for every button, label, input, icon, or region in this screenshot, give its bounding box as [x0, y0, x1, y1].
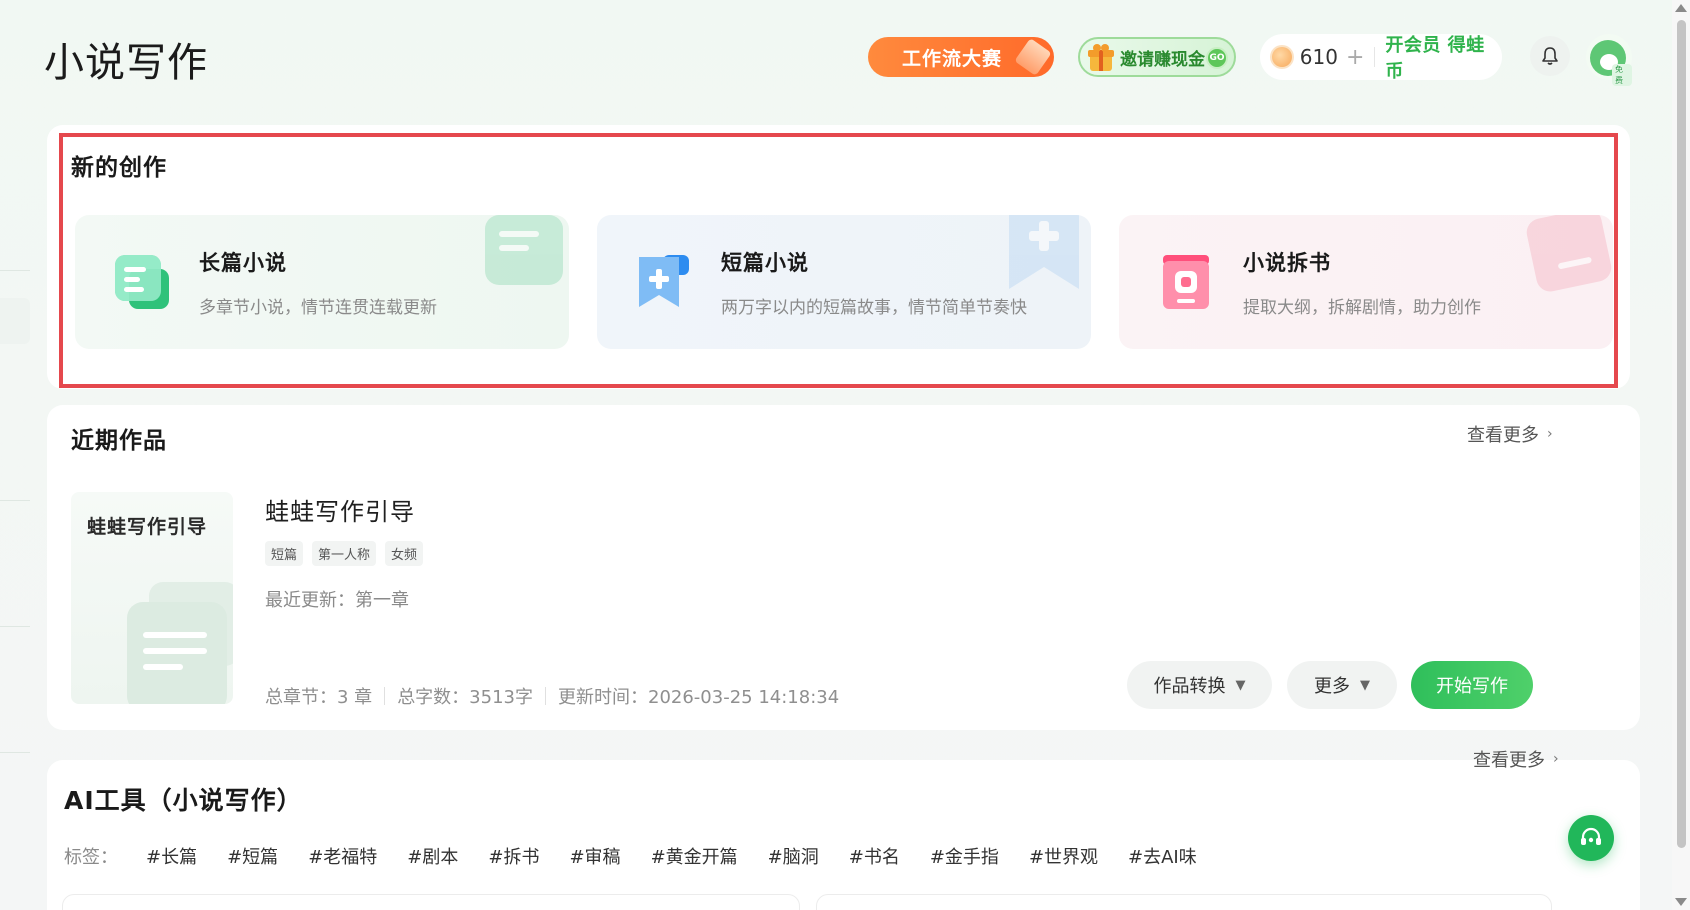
- chevron-right-icon: ›: [1547, 426, 1553, 442]
- bell-icon: [1542, 47, 1558, 65]
- updated-time: 更新时间：2026-03-25 14:18:34: [558, 687, 840, 708]
- coin-icon: [1270, 45, 1294, 69]
- vip-membership-link[interactable]: 开会员 得蛙币: [1385, 31, 1502, 83]
- chevron-down-icon: ▼: [1360, 677, 1370, 693]
- work-stats: 总章节：3 章 总字数：3513字 更新时间：2026-03-25 14:18:…: [265, 683, 839, 709]
- workflow-contest-button[interactable]: 工作流大赛: [868, 37, 1054, 77]
- divider: [1374, 47, 1376, 67]
- divider: [0, 626, 30, 627]
- filter-tag[interactable]: #世界观: [1029, 843, 1098, 869]
- coin-count: 610: [1299, 45, 1338, 69]
- decor-line: [143, 664, 183, 670]
- ticket-icon: [1014, 38, 1052, 76]
- tags-label: 标签：: [64, 847, 118, 868]
- filter-tag[interactable]: #审稿: [569, 843, 620, 869]
- filter-tag[interactable]: #剧本: [407, 843, 458, 869]
- page-title: 小说写作: [44, 40, 208, 86]
- start-writing-button[interactable]: 开始写作: [1411, 661, 1533, 709]
- customer-support-button[interactable]: [1568, 815, 1614, 861]
- selection-highlight: [59, 133, 1618, 388]
- divider: [0, 752, 30, 753]
- cover-title: 蛙蛙写作引导: [87, 516, 208, 538]
- headset-icon: [1581, 827, 1601, 845]
- gift-icon: [1088, 44, 1114, 71]
- recent-see-more-link[interactable]: 查看更多 ›: [1467, 421, 1553, 447]
- convert-label: 作品转换: [1153, 676, 1226, 697]
- chapter-count: 总章节：3 章: [265, 687, 373, 708]
- filter-tag[interactable]: #拆书: [488, 843, 539, 869]
- ai-tool-card[interactable]: [816, 894, 1552, 910]
- recent-works-card: [47, 405, 1640, 730]
- sidebar-active-item[interactable]: [0, 298, 30, 344]
- ai-see-more-link[interactable]: 查看更多 ›: [1473, 746, 1559, 772]
- tag-chip: 第一人称: [312, 541, 377, 566]
- add-coins-button[interactable]: +: [1346, 45, 1364, 70]
- work-cover[interactable]: 蛙蛙写作引导: [71, 492, 233, 704]
- notification-button[interactable]: [1530, 36, 1570, 76]
- scrollbar-thumb[interactable]: [1677, 20, 1686, 848]
- decor-line: [143, 648, 207, 654]
- work-title[interactable]: 蛙蛙写作引导: [265, 492, 415, 527]
- recent-works-title: 近期作品: [71, 428, 167, 454]
- filter-tag[interactable]: #脑洞: [768, 843, 819, 869]
- decor-line: [143, 632, 207, 638]
- convert-work-dropdown[interactable]: 作品转换 ▼: [1127, 661, 1272, 709]
- more-label: 更多: [1314, 676, 1350, 697]
- chevron-right-icon: ›: [1553, 751, 1559, 767]
- work-tags: 短篇 第一人称 女频: [265, 541, 424, 566]
- contest-label: 工作流大赛: [902, 47, 1003, 70]
- ai-tool-card[interactable]: [62, 894, 800, 910]
- tag-chip: 短篇: [265, 541, 304, 566]
- coin-balance: 610 + 开会员 得蛙币: [1260, 31, 1502, 83]
- divider: [384, 687, 386, 705]
- filter-tag[interactable]: #去AI味: [1128, 843, 1197, 869]
- word-count: 总字数：3513字: [397, 687, 533, 708]
- filter-tag[interactable]: #书名: [849, 843, 900, 869]
- scroll-up-arrow-icon[interactable]: [1675, 4, 1687, 12]
- page-scrollbar[interactable]: [1672, 0, 1690, 910]
- filter-tag[interactable]: #黄金开篇: [651, 843, 738, 869]
- filter-tag[interactable]: #老福特: [308, 843, 377, 869]
- filter-tag[interactable]: #短篇: [227, 843, 278, 869]
- see-more-label: 查看更多: [1473, 750, 1545, 771]
- divider: [545, 687, 546, 705]
- divider: [0, 270, 30, 271]
- avatar[interactable]: 免费: [1586, 34, 1632, 86]
- filter-tag[interactable]: #金手指: [930, 843, 999, 869]
- sidebar-edge: [0, 0, 30, 910]
- last-update: 最近更新：第一章: [265, 590, 409, 611]
- ai-tools-title: AI工具（小说写作）: [64, 786, 303, 815]
- divider: [0, 500, 30, 501]
- go-badge: GO: [1206, 47, 1228, 69]
- see-more-label: 查看更多: [1467, 425, 1539, 446]
- free-badge: 免费: [1612, 64, 1632, 86]
- chevron-down-icon: ▼: [1235, 677, 1246, 693]
- filter-tag[interactable]: #长篇: [146, 843, 197, 869]
- tag-chip: 女频: [385, 541, 424, 566]
- invite-label: 邀请赚现金: [1120, 49, 1205, 70]
- invite-cash-button[interactable]: 邀请赚现金 GO: [1078, 37, 1236, 77]
- scroll-down-arrow-icon[interactable]: [1675, 898, 1687, 906]
- ai-tag-filter: 标签： #长篇 #短篇 #老福特 #剧本 #拆书 #审稿 #黄金开篇 #脑洞 #…: [64, 843, 1227, 869]
- more-dropdown[interactable]: 更多 ▼: [1287, 661, 1397, 709]
